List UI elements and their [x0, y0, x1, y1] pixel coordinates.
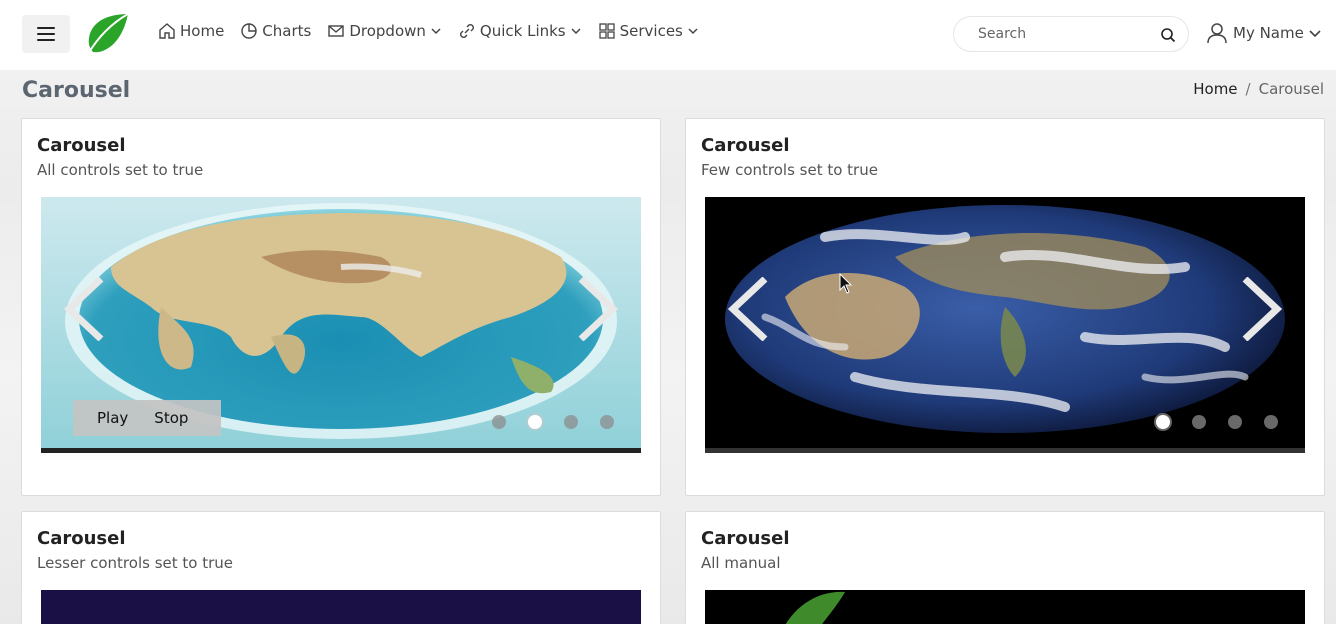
search-icon[interactable]	[1160, 27, 1176, 43]
menu-toggle-button[interactable]	[22, 15, 70, 53]
carousel-slide-image[interactable]	[41, 590, 641, 624]
card-subtitle: Few controls set to true	[701, 161, 878, 179]
home-icon	[159, 23, 175, 39]
grid-icon	[598, 23, 615, 39]
carousel-indicators	[1156, 415, 1278, 429]
carousel-progress-bar	[705, 448, 1305, 453]
carousel-dot-active[interactable]	[1156, 415, 1170, 429]
card-title: Carousel	[37, 135, 126, 156]
carousel-slide-image[interactable]: Play Stop	[41, 197, 641, 453]
carousel-prev-arrow-icon[interactable]	[63, 277, 107, 341]
carousel-play-stop-controls: Play Stop	[73, 400, 221, 436]
carousel-slide-image[interactable]	[705, 197, 1305, 453]
mail-icon	[328, 25, 345, 37]
hamburger-icon	[37, 27, 55, 41]
carousel-dot[interactable]	[1192, 415, 1206, 429]
card-title: Carousel	[701, 135, 790, 156]
breadcrumb-home-link[interactable]: Home	[1193, 80, 1237, 98]
nav-item-dropdown[interactable]: Dropdown	[327, 22, 442, 40]
carousel-card-4: Carousel All manual	[685, 511, 1325, 624]
carousel-indicators	[492, 415, 614, 429]
carousel-card-2: Carousel Few controls set to true	[685, 118, 1325, 496]
user-icon	[1207, 23, 1227, 44]
card-title: Carousel	[37, 528, 126, 549]
chart-pie-icon	[241, 23, 257, 39]
card-title: Carousel	[701, 528, 790, 549]
breadcrumb: Home / Carousel	[1193, 80, 1324, 98]
nav-item-quick-links[interactable]: Quick Links	[458, 22, 582, 40]
nav-label-services: Services	[619, 22, 683, 40]
nav-item-charts[interactable]: Charts	[240, 22, 311, 40]
breadcrumb-current: Carousel	[1258, 80, 1324, 98]
carousel-progress-bar	[41, 448, 641, 453]
mouse-cursor-icon	[839, 273, 853, 294]
carousel-card-3: Carousel Lesser controls set to true	[21, 511, 661, 624]
play-button[interactable]: Play	[73, 409, 140, 427]
leaf-logo-icon[interactable]	[84, 12, 130, 56]
carousel-dot[interactable]	[1228, 415, 1242, 429]
chevron-down-icon	[1309, 30, 1321, 38]
carousel-dot[interactable]	[600, 415, 614, 429]
nav-label-charts: Charts	[262, 22, 312, 40]
top-navbar: Home Charts Dropdown Quick Links Service…	[0, 0, 1336, 70]
carousel-prev-arrow-icon[interactable]	[727, 277, 771, 341]
carousel-card-1: Carousel All controls set to true Play S…	[21, 118, 661, 496]
nav-item-services[interactable]: Services	[598, 22, 699, 40]
nav-label-quick-links: Quick Links	[479, 22, 566, 40]
card-subtitle: All manual	[701, 554, 781, 572]
search-box	[953, 16, 1189, 52]
page-title: Carousel	[22, 78, 131, 103]
card-subtitle: All controls set to true	[37, 161, 204, 179]
nav-label-home: Home	[180, 22, 225, 40]
leaf-image	[785, 591, 845, 624]
chevron-down-icon	[688, 28, 698, 35]
nav-label-dropdown: Dropdown	[349, 22, 426, 40]
carousel-slide-image[interactable]	[705, 590, 1305, 624]
stop-button[interactable]: Stop	[140, 409, 200, 427]
link-icon	[459, 24, 474, 38]
user-name: My Name	[1233, 24, 1304, 42]
chevron-down-icon	[431, 28, 441, 35]
user-menu[interactable]: My Name	[1207, 22, 1322, 44]
carousel-next-arrow-icon[interactable]	[1239, 277, 1283, 341]
carousel-dot-active[interactable]	[528, 415, 542, 429]
search-input[interactable]	[978, 26, 1148, 42]
nav-item-home[interactable]: Home	[158, 22, 224, 40]
card-subtitle: Lesser controls set to true	[37, 554, 233, 572]
main-nav: Home Charts Dropdown Quick Links Service…	[158, 22, 715, 40]
carousel-dot[interactable]	[1264, 415, 1278, 429]
chevron-down-icon	[571, 28, 581, 35]
carousel-dot[interactable]	[492, 415, 506, 429]
carousel-dot[interactable]	[564, 415, 578, 429]
carousel-next-arrow-icon[interactable]	[575, 277, 619, 341]
breadcrumb-separator: /	[1245, 80, 1251, 98]
